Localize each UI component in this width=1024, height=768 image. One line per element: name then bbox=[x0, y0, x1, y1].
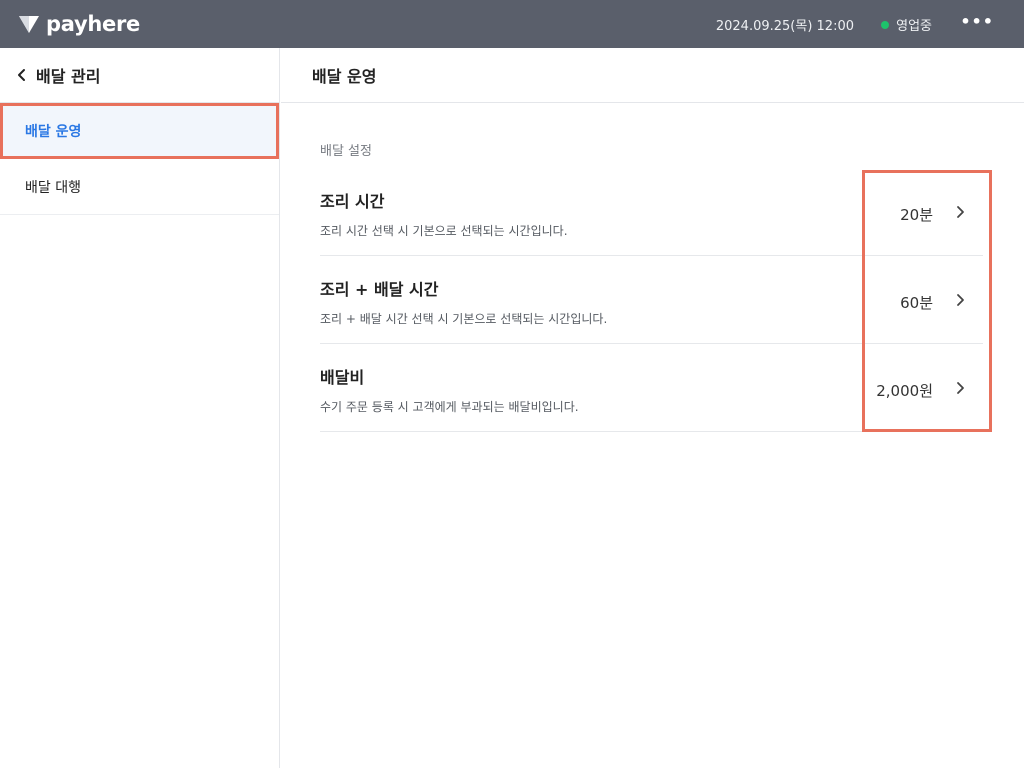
setting-description: 조리 시간 선택 시 기본으로 선택되는 시간입니다. bbox=[320, 224, 568, 238]
page-title: 배달 운영 bbox=[312, 67, 377, 86]
chevron-right-icon[interactable] bbox=[955, 381, 965, 395]
brand-name: payhere bbox=[46, 12, 140, 36]
setting-value: 2,000원 bbox=[876, 382, 933, 400]
setting-row-delivery-fee[interactable]: 배달비 수기 주문 등록 시 고객에게 부과되는 배달비입니다. 2,000원 bbox=[320, 344, 983, 432]
status-dot-icon bbox=[881, 20, 890, 29]
sidebar-title: 배달 관리 bbox=[36, 67, 101, 86]
more-options-icon[interactable]: ••• bbox=[960, 12, 994, 31]
setting-value: 60분 bbox=[900, 294, 933, 312]
sidebar-item-delivery-operation[interactable]: 배달 운영 bbox=[0, 103, 279, 159]
setting-name: 배달비 bbox=[320, 368, 365, 387]
setting-name: 조리 + 배달 시간 bbox=[320, 280, 439, 299]
chevron-right-icon[interactable] bbox=[955, 205, 965, 219]
sidebar-item-label: 배달 운영 bbox=[25, 124, 82, 140]
main-header: 배달 운영 bbox=[281, 48, 1024, 103]
sidebar-item-label: 배달 대행 bbox=[25, 179, 81, 196]
setting-value: 20분 bbox=[900, 206, 933, 224]
store-status-label: 영업중 bbox=[896, 19, 932, 34]
store-status: 영업중 bbox=[881, 15, 932, 34]
main-content: 배달 운영 배달 설정 조리 시간 조리 시간 선택 시 기본으로 선택되는 시… bbox=[281, 48, 1024, 768]
sidebar-header[interactable]: 배달 관리 bbox=[0, 48, 279, 103]
chevron-left-icon[interactable] bbox=[16, 68, 28, 82]
setting-description: 조리 + 배달 시간 선택 시 기본으로 선택되는 시간입니다. bbox=[320, 312, 608, 326]
setting-description: 수기 주문 등록 시 고객에게 부과되는 배달비입니다. bbox=[320, 400, 579, 414]
section-label: 배달 설정 bbox=[320, 144, 372, 159]
brand-logo[interactable]: payhere bbox=[18, 10, 140, 38]
chevron-right-icon[interactable] bbox=[955, 293, 965, 307]
payhere-logo-icon bbox=[19, 16, 39, 33]
sidebar: 배달 관리 배달 운영 배달 대행 bbox=[0, 48, 280, 768]
setting-name: 조리 시간 bbox=[320, 192, 385, 211]
setting-row-cooking-delivery-time[interactable]: 조리 + 배달 시간 조리 + 배달 시간 선택 시 기본으로 선택되는 시간입… bbox=[320, 256, 983, 344]
top-bar: payhere 2024.09.25(목) 12:00 영업중 ••• bbox=[0, 0, 1024, 48]
sidebar-item-delivery-agency[interactable]: 배달 대행 bbox=[0, 159, 279, 215]
setting-row-cooking-time[interactable]: 조리 시간 조리 시간 선택 시 기본으로 선택되는 시간입니다. 20분 bbox=[320, 168, 983, 256]
current-datetime: 2024.09.25(목) 12:00 bbox=[715, 19, 854, 34]
